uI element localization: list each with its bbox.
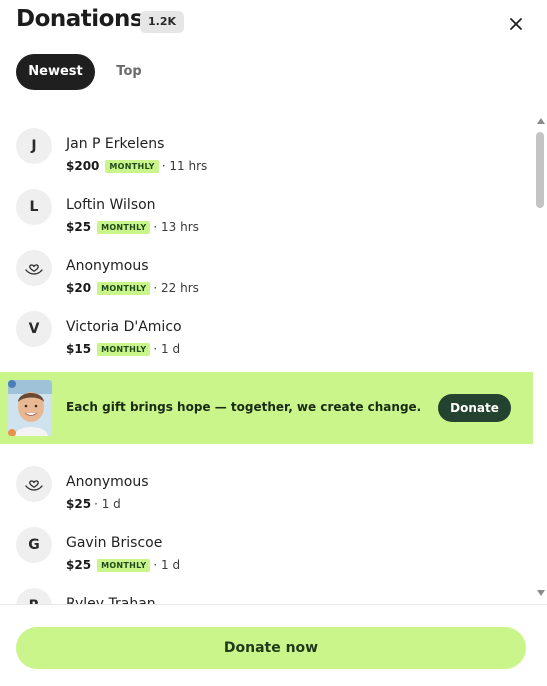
scrollbar[interactable] <box>534 114 547 604</box>
donation-count-badge: 1.2K <box>140 11 185 33</box>
tab-newest[interactable]: Newest <box>16 54 95 90</box>
heart-hand-icon <box>25 264 43 275</box>
donation-row: R Ryley Trahan <box>0 578 533 604</box>
tab-top[interactable]: Top <box>103 54 155 90</box>
scroll-up-arrow-icon[interactable] <box>537 118 545 124</box>
donation-row: J Jan P Erkelens $200 MONTHLY · 11 hrs <box>0 118 533 176</box>
donor-name: Anonymous <box>66 474 149 490</box>
donor-name: Loftin Wilson <box>66 197 156 213</box>
donation-amount: $25 <box>66 220 92 234</box>
donation-time: · 1 d <box>153 342 181 356</box>
donation-row: Anonymous $25 · 1 d <box>0 456 533 514</box>
donation-amount: $25 <box>66 497 92 511</box>
monthly-badge: MONTHLY <box>105 159 159 173</box>
donation-row: V Victoria D'Amico $15 MONTHLY · 1 d <box>0 301 533 359</box>
promo-donate-button[interactable]: Donate <box>438 394 511 422</box>
donation-time: · 1 d <box>153 558 181 572</box>
donation-meta: $20 MONTHLY · 22 hrs <box>66 279 199 297</box>
donation-time: · 11 hrs <box>161 159 208 173</box>
avatar <box>16 466 52 502</box>
avatar: V <box>16 311 52 347</box>
donation-meta: $25 MONTHLY · 13 hrs <box>66 218 199 236</box>
monthly-badge: MONTHLY <box>97 281 151 295</box>
donor-name: Jan P Erkelens <box>66 136 165 152</box>
donor-name: Anonymous <box>66 258 149 274</box>
donation-amount: $15 <box>66 342 92 356</box>
avatar: J <box>16 128 52 164</box>
promo-child-photo <box>8 380 52 436</box>
donation-amount: $200 <box>66 159 100 173</box>
donation-amount: $25 <box>66 558 92 572</box>
scroll-down-arrow-icon[interactable] <box>537 590 545 596</box>
donation-time: · 1 d <box>94 497 121 511</box>
donations-list[interactable]: J Jan P Erkelens $200 MONTHLY · 11 hrs L… <box>0 110 533 604</box>
donation-time: · 13 hrs <box>153 220 199 234</box>
promo-banner: Each gift brings hope — together, we cre… <box>0 372 533 444</box>
promo-text: Each gift brings hope — together, we cre… <box>66 400 422 414</box>
close-icon <box>510 18 522 30</box>
donation-meta: $25 MONTHLY · 1 d <box>66 556 180 574</box>
donate-now-button[interactable]: Donate now <box>16 627 526 669</box>
avatar <box>16 250 52 286</box>
monthly-badge: MONTHLY <box>97 220 151 234</box>
donor-name: Gavin Briscoe <box>66 535 163 551</box>
donation-row: L Loftin Wilson $25 MONTHLY · 13 hrs <box>0 179 533 237</box>
avatar: L <box>16 189 52 225</box>
monthly-badge: MONTHLY <box>97 558 151 572</box>
header: Donations 1.2K <box>0 0 547 44</box>
page-title: Donations <box>16 6 144 32</box>
avatar: R <box>16 588 52 604</box>
donation-row: G Gavin Briscoe $25 MONTHLY · 1 d <box>0 517 533 575</box>
monthly-badge: MONTHLY <box>97 342 151 356</box>
donation-meta: $15 MONTHLY · 1 d <box>66 340 180 358</box>
donation-meta: $200 MONTHLY · 11 hrs <box>66 157 207 175</box>
scroll-thumb[interactable] <box>536 132 544 208</box>
donation-row: Anonymous $20 MONTHLY · 22 hrs <box>0 240 533 298</box>
heart-hand-icon <box>25 480 43 491</box>
donation-meta: $25 · 1 d <box>66 495 121 513</box>
donor-name: Ryley Trahan <box>66 596 156 604</box>
footer-divider <box>0 604 547 605</box>
donor-name: Victoria D'Amico <box>66 319 182 335</box>
donation-amount: $20 <box>66 281 92 295</box>
avatar: G <box>16 527 52 563</box>
donation-time: · 22 hrs <box>153 281 199 295</box>
close-button[interactable] <box>504 12 528 36</box>
